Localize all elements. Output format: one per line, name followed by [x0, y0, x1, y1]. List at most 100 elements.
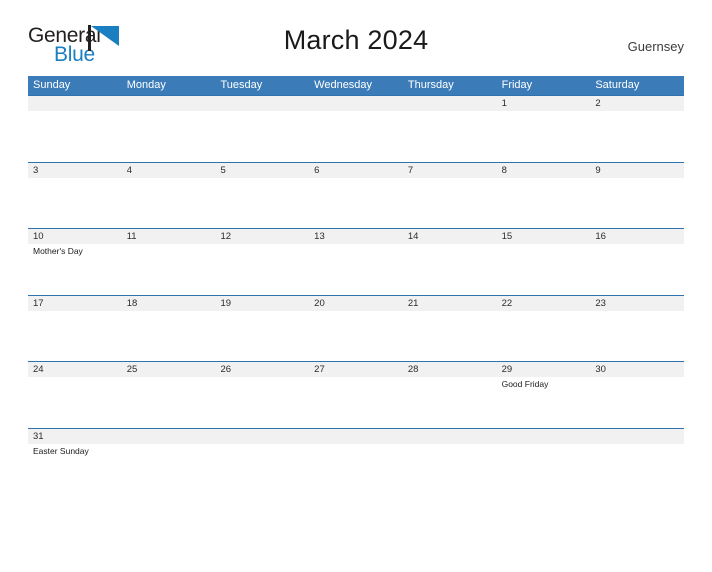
day-number[interactable]: 22	[497, 296, 591, 311]
day-number[interactable]: 25	[122, 362, 216, 377]
day-number[interactable]: 2	[590, 96, 684, 111]
day-cell[interactable]	[122, 111, 216, 162]
day-number[interactable]: 30	[590, 362, 684, 377]
day-number[interactable]: 11	[122, 229, 216, 244]
day-number[interactable]: 7	[403, 163, 497, 178]
day-cell[interactable]	[403, 377, 497, 428]
day-cell[interactable]	[28, 311, 122, 362]
day-cell[interactable]: Good Friday	[497, 377, 591, 428]
day-number-empty	[215, 429, 309, 444]
region-label: Guernsey	[627, 39, 684, 54]
day-cell[interactable]	[497, 111, 591, 162]
day-cell[interactable]	[215, 311, 309, 362]
day-number-empty	[309, 429, 403, 444]
day-number[interactable]: 29	[497, 362, 591, 377]
holiday-event-label: Mother's Day	[33, 246, 83, 256]
week-event-body	[28, 111, 684, 162]
day-number[interactable]: 3	[28, 163, 122, 178]
week-event-body	[28, 310, 684, 362]
week-date-band: 3456789	[28, 162, 684, 178]
day-number[interactable]: 27	[309, 362, 403, 377]
day-cell[interactable]	[590, 178, 684, 229]
day-number-empty	[215, 96, 309, 111]
day-cell[interactable]	[28, 377, 122, 428]
day-cell[interactable]	[590, 111, 684, 162]
day-cell[interactable]	[215, 444, 309, 495]
day-number-empty	[403, 429, 497, 444]
day-number[interactable]: 5	[215, 163, 309, 178]
week-date-band: 12	[28, 96, 684, 111]
page-title: March 2024	[283, 25, 429, 55]
day-number[interactable]: 13	[309, 229, 403, 244]
day-cell[interactable]	[28, 111, 122, 162]
day-cell[interactable]	[590, 311, 684, 362]
day-cell[interactable]: Mother's Day	[28, 244, 122, 295]
weekday-header-wednesday: Wednesday	[314, 79, 373, 91]
day-number[interactable]: 17	[28, 296, 122, 311]
day-number[interactable]: 4	[122, 163, 216, 178]
day-number[interactable]: 12	[215, 229, 309, 244]
day-cell[interactable]	[215, 377, 309, 428]
day-number[interactable]: 26	[215, 362, 309, 377]
calendar-weeks: 1 2 3 4 5 6 7 8 9 10 11 12 13 14 15 16 Mother's Day 17 18 1…	[28, 95, 684, 495]
day-number-empty	[403, 96, 497, 111]
day-cell[interactable]	[309, 178, 403, 229]
day-number[interactable]: 23	[590, 296, 684, 311]
day-number[interactable]: 8	[497, 163, 591, 178]
day-number[interactable]: 28	[403, 362, 497, 377]
day-cell[interactable]	[122, 244, 216, 295]
day-cell[interactable]	[403, 111, 497, 162]
day-cell[interactable]	[122, 377, 216, 428]
calendar-page: General Blue March 2024 Guernsey Sunday M…	[0, 22, 712, 572]
day-number-empty	[122, 429, 216, 444]
day-cell[interactable]	[309, 311, 403, 362]
day-cell[interactable]: Easter Sunday	[28, 444, 122, 495]
weekday-header-tuesday: Tuesday	[220, 79, 263, 91]
week-date-band: 17 18 19 20 21 22 23	[28, 295, 684, 311]
day-cell[interactable]	[215, 178, 309, 229]
day-number[interactable]: 9	[590, 163, 684, 178]
day-cell[interactable]	[497, 178, 591, 229]
day-cell[interactable]	[122, 178, 216, 229]
day-cell[interactable]	[122, 311, 216, 362]
day-cell[interactable]	[403, 244, 497, 295]
day-cell[interactable]	[122, 444, 216, 495]
day-number[interactable]: 18	[122, 296, 216, 311]
day-number[interactable]: 21	[403, 296, 497, 311]
day-number[interactable]: 15	[497, 229, 591, 244]
day-number-empty	[28, 96, 122, 111]
day-cell[interactable]	[403, 311, 497, 362]
day-cell[interactable]	[497, 244, 591, 295]
day-number[interactable]: 19	[215, 296, 309, 311]
day-cell[interactable]	[215, 111, 309, 162]
day-number-empty	[309, 96, 403, 111]
day-cell[interactable]	[309, 444, 403, 495]
day-number[interactable]: 14	[403, 229, 497, 244]
weekday-header-saturday: Saturday	[595, 79, 640, 91]
weekday-header-row: Sunday Monday Tuesday Wednesday Thursday Frid…	[28, 76, 684, 95]
day-cell[interactable]	[309, 111, 403, 162]
day-number[interactable]: 6	[309, 163, 403, 178]
weekday-header-thursday: Thursday	[407, 79, 454, 91]
day-number[interactable]: 16	[590, 229, 684, 244]
day-number[interactable]: 24	[28, 362, 122, 377]
calendar-week-row: 17 18 19 20 21 22 23	[28, 294, 684, 362]
day-cell[interactable]	[403, 178, 497, 229]
day-number[interactable]: 20	[309, 296, 403, 311]
day-cell[interactable]	[497, 311, 591, 362]
day-number[interactable]: 31	[28, 429, 122, 444]
day-number[interactable]: 1	[497, 96, 591, 111]
day-cell[interactable]	[28, 178, 122, 229]
day-cell[interactable]	[215, 244, 309, 295]
calendar-week-row: 10 11 12 13 14 15 16 Mother's Day	[28, 228, 684, 295]
day-cell[interactable]	[590, 377, 684, 428]
day-cell[interactable]	[309, 377, 403, 428]
day-number[interactable]: 10	[28, 229, 122, 244]
day-cell[interactable]	[590, 444, 684, 495]
day-cell[interactable]	[590, 244, 684, 295]
week-date-band: 31	[28, 428, 684, 444]
day-cell[interactable]	[309, 244, 403, 295]
week-date-band: 10 11 12 13 14 15 16	[28, 229, 684, 244]
day-cell[interactable]	[403, 444, 497, 495]
day-cell[interactable]	[497, 444, 591, 495]
